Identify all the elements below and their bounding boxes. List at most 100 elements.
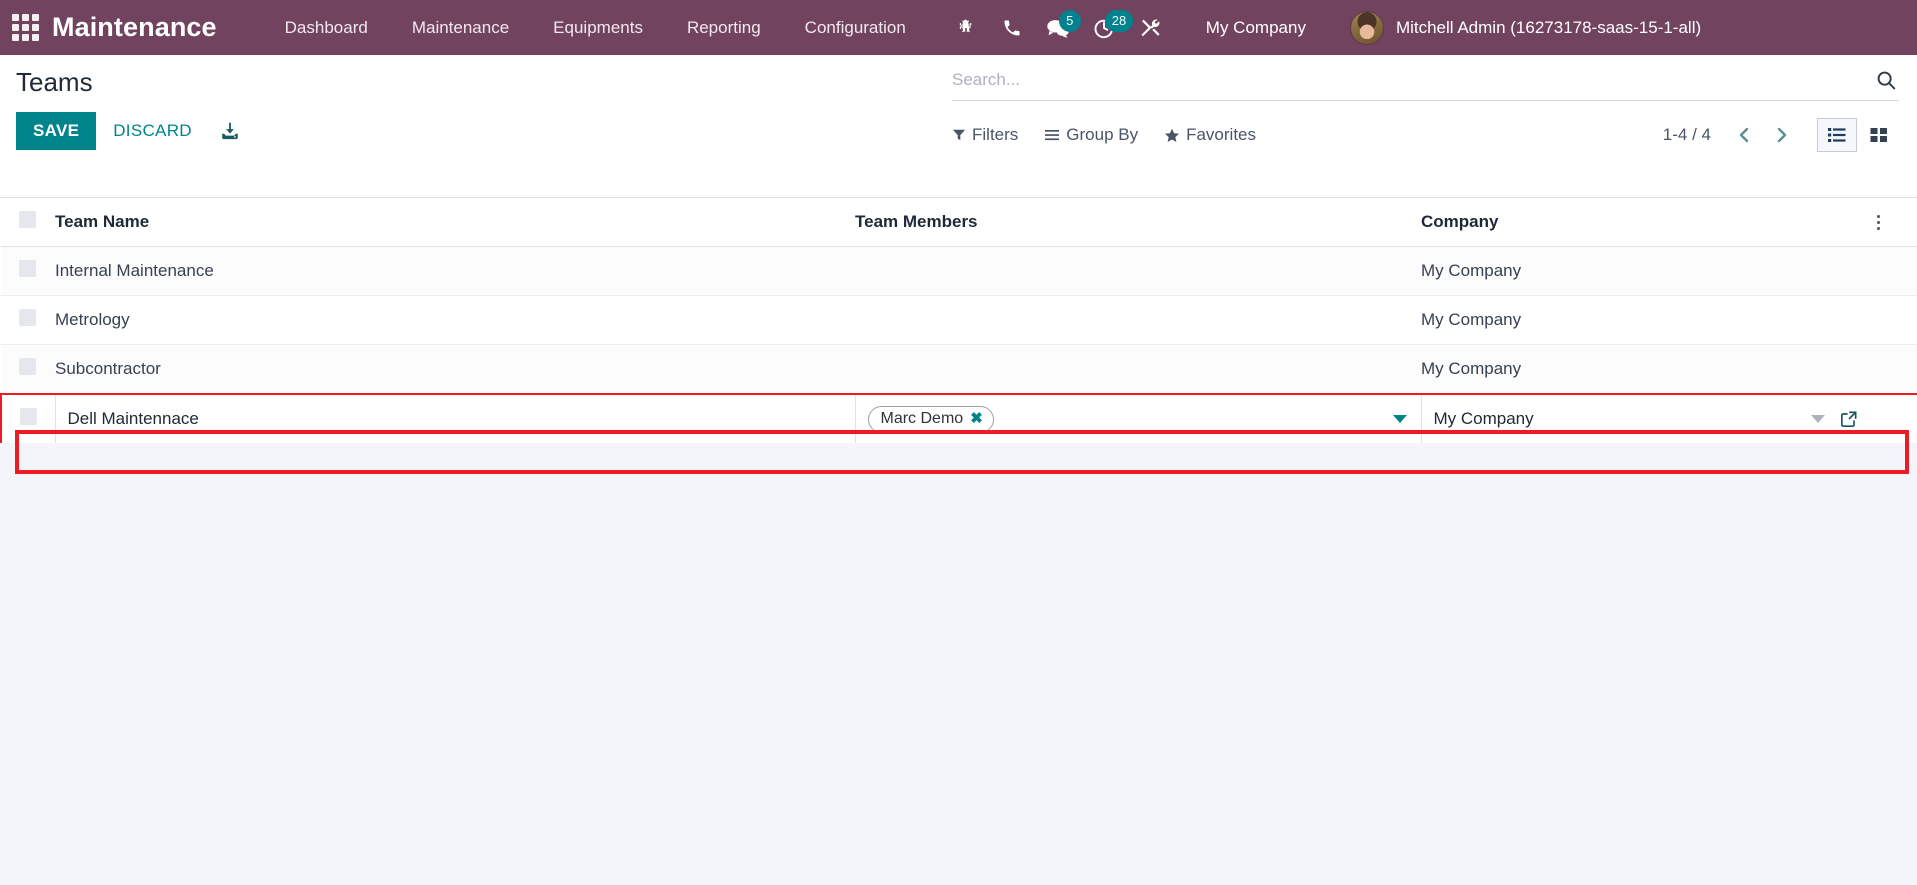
- optional-columns-cell: [1871, 198, 1917, 247]
- search-bar[interactable]: [952, 63, 1899, 101]
- pager-value: 1-4 / 4: [1662, 125, 1711, 144]
- teams-table: Team Name Team Members Company Internal …: [0, 198, 1917, 474]
- options-dots-icon[interactable]: [1871, 213, 1886, 232]
- avatar: [1349, 10, 1384, 45]
- nav-company-switcher[interactable]: My Company: [1188, 10, 1324, 46]
- top-navbar: Maintenance Dashboard Maintenance Equipm…: [0, 0, 1917, 55]
- page-title: Teams: [16, 67, 93, 97]
- cell-team-name[interactable]: Metrology: [55, 295, 855, 345]
- nav-item-dashboard[interactable]: Dashboard: [263, 10, 390, 46]
- nav-item-maintenance[interactable]: Maintenance: [390, 10, 531, 46]
- table-header-row: Team Name Team Members Company: [1, 198, 1917, 247]
- cell-team-name-editing[interactable]: [54, 392, 855, 443]
- team-members-many2many[interactable]: Marc Demo ✖: [867, 405, 1413, 433]
- import-download-icon[interactable]: [209, 114, 251, 148]
- list-view-container: Team Name Team Members Company Internal …: [0, 198, 1917, 474]
- row-checkbox[interactable]: [20, 408, 37, 425]
- record-action-buttons: SAVE DISCARD: [16, 112, 251, 151]
- cell-company[interactable]: My Company: [1421, 344, 1871, 394]
- apps-grid-icon[interactable]: [10, 13, 40, 43]
- nav-menu: Dashboard Maintenance Equipments Reporti…: [263, 10, 928, 46]
- pager-previous-button[interactable]: [1727, 122, 1761, 148]
- cell-team-name[interactable]: Subcontractor: [55, 344, 855, 394]
- table-row[interactable]: Metrology My Company: [1, 295, 1917, 345]
- select-all-cell: [1, 198, 55, 247]
- cell-spacer: [1871, 246, 1917, 296]
- messages-icon[interactable]: 5: [1038, 9, 1081, 47]
- control-panel-left: Teams SAVE DISCARD: [16, 67, 251, 151]
- activity-clock-icon[interactable]: 28: [1084, 9, 1134, 47]
- cell-team-members[interactable]: [855, 246, 1421, 296]
- discard-button[interactable]: DISCARD: [96, 112, 209, 150]
- cell-company[interactable]: My Company: [1421, 246, 1871, 296]
- cell-spacer: [1871, 295, 1917, 345]
- list-view-icon: [1828, 128, 1846, 142]
- company-input[interactable]: [1433, 409, 1811, 429]
- nav-item-reporting[interactable]: Reporting: [665, 10, 783, 46]
- list-view-button[interactable]: [1817, 118, 1857, 152]
- nav-icon-group: 5 28: [946, 9, 1170, 47]
- control-panel: Teams SAVE DISCARD Search... Filters Gro…: [0, 55, 1917, 198]
- column-header-company[interactable]: Company: [1421, 198, 1871, 247]
- control-panel-right: Filters Group By Favorites 1-4 / 4: [952, 63, 1899, 152]
- kanban-view-icon: [1870, 128, 1887, 142]
- phone-icon[interactable]: [992, 9, 1032, 47]
- tools-icon[interactable]: [1130, 9, 1170, 47]
- messages-badge: 5: [1058, 9, 1081, 32]
- table-row-editing[interactable]: Marc Demo ✖: [0, 392, 1917, 474]
- team-name-input[interactable]: [67, 409, 847, 429]
- row-checkbox[interactable]: [19, 357, 36, 375]
- row-checkbox[interactable]: [19, 260, 36, 277]
- pager-next-button[interactable]: [1765, 122, 1799, 148]
- table-header: Team Name Team Members Company: [1, 198, 1917, 247]
- cell-company[interactable]: My Company: [1421, 295, 1871, 345]
- table-row[interactable]: Internal Maintenance My Company: [1, 246, 1917, 296]
- nav-item-equipments[interactable]: Equipments: [531, 10, 665, 46]
- cell-team-members[interactable]: [855, 344, 1421, 394]
- cell-team-members[interactable]: [855, 295, 1421, 345]
- member-tag[interactable]: Marc Demo ✖: [867, 405, 994, 433]
- table-row[interactable]: Subcontractor My Company: [1, 344, 1917, 394]
- bug-icon[interactable]: [946, 9, 986, 47]
- cell-team-name[interactable]: Internal Maintenance: [55, 246, 855, 296]
- member-tag-label: Marc Demo: [880, 409, 964, 427]
- filters-button[interactable]: Filters: [952, 121, 1032, 149]
- filters-label: Filters: [972, 125, 1019, 144]
- app-brand-title[interactable]: Maintenance: [52, 12, 217, 43]
- empty-area: [0, 442, 1917, 885]
- tag-remove-x-icon[interactable]: ✖: [970, 411, 983, 426]
- favorites-label: Favorites: [1186, 125, 1257, 144]
- cell-team-members-editing[interactable]: Marc Demo ✖: [854, 392, 1421, 443]
- company-many2one[interactable]: [1433, 409, 1864, 429]
- search-icon[interactable]: [1867, 69, 1897, 91]
- save-button[interactable]: SAVE: [16, 112, 97, 151]
- cell-spacer: [1871, 392, 1917, 443]
- kanban-view-button[interactable]: [1859, 118, 1899, 152]
- group-by-lines-icon: [1045, 130, 1060, 141]
- external-link-icon[interactable]: [1839, 409, 1863, 429]
- search-input[interactable]: [952, 70, 1867, 90]
- company-dropdown-caret[interactable]: [1811, 415, 1825, 423]
- group-by-button[interactable]: Group By: [1044, 121, 1152, 149]
- nav-item-configuration[interactable]: Configuration: [783, 10, 928, 46]
- select-all-checkbox[interactable]: [19, 211, 36, 228]
- team-members-dropdown-caret[interactable]: [1392, 415, 1407, 423]
- pager-and-views: 1-4 / 4: [1663, 118, 1899, 152]
- favorites-button[interactable]: Favorites: [1164, 121, 1270, 149]
- row-select-cell: [0, 392, 1909, 474]
- star-icon: [1164, 128, 1180, 142]
- column-header-team-members[interactable]: Team Members: [855, 198, 1421, 247]
- row-checkbox[interactable]: [19, 309, 36, 326]
- row-select-cell: [1, 344, 55, 394]
- cell-company-editing[interactable]: [1420, 392, 1871, 443]
- search-tools: Filters Group By Favorites 1-4 / 4: [952, 118, 1899, 152]
- filter-funnel-icon: [952, 129, 966, 141]
- row-select-cell: [1, 246, 55, 296]
- chevron-right-icon: [1777, 127, 1787, 143]
- chevron-left-icon: [1739, 127, 1749, 143]
- table-body: Internal Maintenance My Company Metrolog…: [0, 246, 1917, 474]
- column-header-team-name[interactable]: Team Name: [55, 198, 855, 247]
- user-menu[interactable]: Mitchell Admin (16273178-saas-15-1-all): [1349, 10, 1701, 45]
- view-switcher: [1817, 118, 1899, 152]
- cell-spacer: [1871, 344, 1917, 394]
